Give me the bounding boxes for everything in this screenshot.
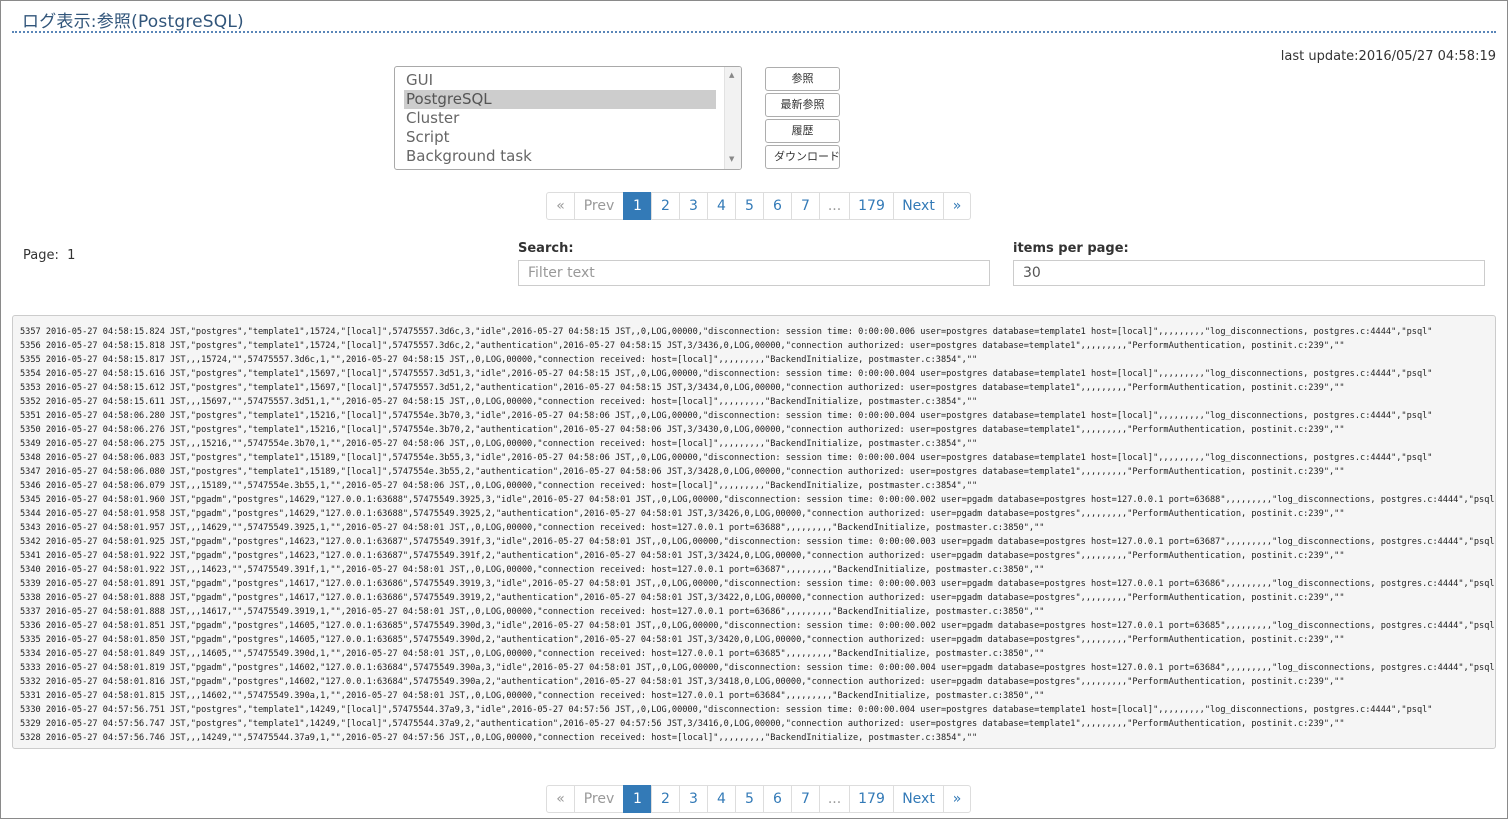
log-line: 5347 2016-05-27 04:58:06.080 JST,"postgr… (20, 467, 1345, 477)
log-source-option-background-task[interactable]: Background task (404, 147, 716, 166)
log-output-panel: 5357 2016-05-27 04:58:15.824 JST,"postgr… (12, 315, 1496, 749)
scroll-up-arrow-icon[interactable]: ▲ (729, 71, 734, 79)
log-line: 5353 2016-05-27 04:58:15.612 JST,"postgr… (20, 383, 1345, 393)
log-line: 5341 2016-05-27 04:58:01.922 JST,"pgadm"… (20, 551, 1345, 561)
pagination-bottom: « Prev 1 2 3 4 5 6 7 ... 179 Next » (546, 785, 971, 813)
pager-page-3[interactable]: 3 (679, 192, 708, 220)
log-line: 5334 2016-05-27 04:58:01.849 JST,,,14605… (20, 649, 1045, 659)
log-source-option-gui[interactable]: GUI (404, 71, 716, 90)
pager-ellipsis: ... (819, 192, 850, 220)
log-line: 5332 2016-05-27 04:58:01.816 JST,"pgadm"… (20, 677, 1345, 687)
pager-page-4[interactable]: 4 (707, 192, 736, 220)
pager-page-3[interactable]: 3 (679, 785, 708, 813)
pager-page-2[interactable]: 2 (651, 192, 680, 220)
pager-page-179[interactable]: 179 (849, 192, 894, 220)
pager-first-button[interactable]: « (546, 785, 575, 813)
pager-page-6[interactable]: 6 (763, 785, 792, 813)
pager-prev-button[interactable]: Prev (574, 192, 624, 220)
pagination-top: « Prev 1 2 3 4 5 6 7 ... 179 Next » (546, 192, 971, 220)
search-input[interactable] (518, 260, 990, 286)
title-divider (12, 31, 1496, 33)
log-line: 5339 2016-05-27 04:58:01.891 JST,"pgadm"… (20, 579, 1495, 589)
pager-page-1[interactable]: 1 (623, 192, 652, 220)
pager-page-1[interactable]: 1 (623, 785, 652, 813)
log-line: 5340 2016-05-27 04:58:01.922 JST,,,14623… (20, 565, 1045, 575)
log-line: 5356 2016-05-27 04:58:15.818 JST,"postgr… (20, 341, 1345, 351)
log-line: 5331 2016-05-27 04:58:01.815 JST,,,14602… (20, 691, 1045, 701)
log-line: 5357 2016-05-27 04:58:15.824 JST,"postgr… (20, 327, 1433, 337)
pager-prev-button[interactable]: Prev (574, 785, 624, 813)
pager-ellipsis: ... (819, 785, 850, 813)
items-per-page-input[interactable] (1013, 260, 1485, 286)
view-button[interactable]: 参照 (765, 67, 840, 91)
pager-next-button[interactable]: Next (893, 785, 944, 813)
current-page-indicator: Page: 1 (23, 248, 76, 263)
history-button[interactable]: 履歴 (765, 119, 840, 143)
pager-next-button[interactable]: Next (893, 192, 944, 220)
log-line: 5330 2016-05-27 04:57:56.751 JST,"postgr… (20, 705, 1433, 715)
page-title: ログ表示:参照(PostgreSQL) (22, 12, 244, 32)
log-line: 5345 2016-05-27 04:58:01.960 JST,"pgadm"… (20, 495, 1495, 505)
download-button[interactable]: ダウンロード (765, 145, 840, 169)
search-label: Search: (518, 241, 574, 256)
log-line: 5349 2016-05-27 04:58:06.275 JST,,,15216… (20, 439, 978, 449)
log-line: 5337 2016-05-27 04:58:01.888 JST,,,14617… (20, 607, 1045, 617)
log-source-option-postgresql[interactable]: PostgreSQL (404, 90, 716, 109)
pager-page-2[interactable]: 2 (651, 785, 680, 813)
log-source-option-script[interactable]: Script (404, 128, 716, 147)
log-line: 5350 2016-05-27 04:58:06.276 JST,"postgr… (20, 425, 1345, 435)
log-line: 5336 2016-05-27 04:58:01.851 JST,"pgadm"… (20, 621, 1495, 631)
pager-last-button[interactable]: » (943, 785, 971, 813)
pager-first-button[interactable]: « (546, 192, 575, 220)
log-line: 5355 2016-05-27 04:58:15.817 JST,,,15724… (20, 355, 978, 365)
log-line: 5338 2016-05-27 04:58:01.888 JST,"pgadm"… (20, 593, 1345, 603)
listbox-scrollbar[interactable]: ▲ ▼ (724, 67, 741, 169)
log-line: 5344 2016-05-27 04:58:01.958 JST,"pgadm"… (20, 509, 1345, 519)
log-line: 5351 2016-05-27 04:58:06.280 JST,"postgr… (20, 411, 1433, 421)
pager-page-5[interactable]: 5 (735, 785, 764, 813)
log-line: 5343 2016-05-27 04:58:01.957 JST,,,14629… (20, 523, 1045, 533)
last-update-text: last update:2016/05/27 04:58:19 (1280, 49, 1496, 64)
log-line: 5346 2016-05-27 04:58:06.079 JST,,,15189… (20, 481, 978, 491)
log-line: 5342 2016-05-27 04:58:01.925 JST,"pgadm"… (20, 537, 1495, 547)
log-line: 5328 2016-05-27 04:57:56.746 JST,,,14249… (20, 733, 978, 743)
pager-page-7[interactable]: 7 (791, 192, 820, 220)
pager-page-5[interactable]: 5 (735, 192, 764, 220)
pager-page-6[interactable]: 6 (763, 192, 792, 220)
log-line: 5348 2016-05-27 04:58:06.083 JST,"postgr… (20, 453, 1433, 463)
items-per-page-label: items per page: (1013, 241, 1129, 256)
log-line: 5329 2016-05-27 04:57:56.747 JST,"postgr… (20, 719, 1345, 729)
pager-last-button[interactable]: » (943, 192, 971, 220)
pager-page-4[interactable]: 4 (707, 785, 736, 813)
scroll-down-arrow-icon[interactable]: ▼ (729, 155, 734, 163)
view-latest-button[interactable]: 最新参照 (765, 93, 840, 117)
log-source-listbox[interactable]: GUI PostgreSQL Cluster Script Background… (394, 66, 742, 170)
log-source-option-cluster[interactable]: Cluster (404, 109, 716, 128)
log-line: 5333 2016-05-27 04:58:01.819 JST,"pgadm"… (20, 663, 1495, 673)
pager-page-7[interactable]: 7 (791, 785, 820, 813)
log-line: 5335 2016-05-27 04:58:01.850 JST,"pgadm"… (20, 635, 1345, 645)
log-line: 5354 2016-05-27 04:58:15.616 JST,"postgr… (20, 369, 1433, 379)
pager-page-179[interactable]: 179 (849, 785, 894, 813)
log-line: 5352 2016-05-27 04:58:15.611 JST,,,15697… (20, 397, 978, 407)
